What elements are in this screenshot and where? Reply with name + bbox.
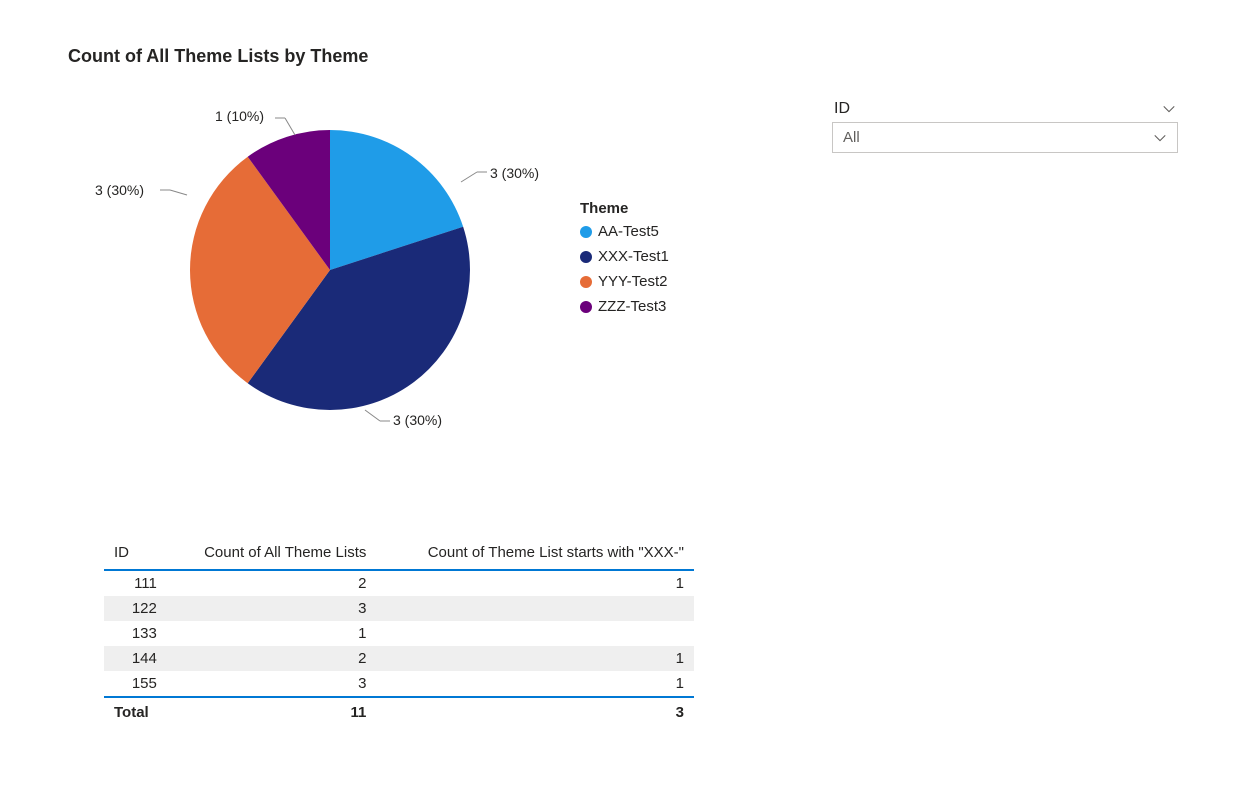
legend-item-aa-test5[interactable]: AA-Test5 [580,223,669,240]
table-row[interactable]: 155 3 1 [104,671,694,697]
legend-label: ZZZ-Test3 [598,298,666,315]
pie-label-slice0: 3 (30%) [490,165,539,181]
table-header-row: ID Count of All Theme Lists Count of The… [104,540,694,570]
total-count-xxx: 3 [376,697,694,725]
cell-count-all: 3 [167,671,377,697]
legend-item-xxx-test1[interactable]: XXX-Test1 [580,248,669,265]
table-row[interactable]: 144 2 1 [104,646,694,671]
chevron-down-icon [1162,102,1176,116]
total-label: Total [104,697,167,725]
cell-count-xxx [376,596,694,621]
slicer-dropdown[interactable]: All [832,122,1178,153]
slicer-value: All [843,129,860,146]
slicer-field-label: ID [834,100,850,118]
table-row[interactable]: 133 1 [104,621,694,646]
cell-count-xxx [376,621,694,646]
col-id[interactable]: ID [104,540,167,570]
chevron-down-icon [1153,131,1167,145]
cell-count-xxx: 1 [376,570,694,596]
table-total-row: Total 11 3 [104,697,694,725]
table-row[interactable]: 122 3 [104,596,694,621]
cell-count-all: 2 [167,570,377,596]
pie-label-slice3: 1 (10%) [215,108,264,124]
legend-item-yyy-test2[interactable]: YYY-Test2 [580,273,669,290]
cell-count-all: 3 [167,596,377,621]
chart-title: Count of All Theme Lists by Theme [68,46,368,67]
col-count-all[interactable]: Count of All Theme Lists [167,540,377,570]
col-count-xxx[interactable]: Count of Theme List starts with "XXX-" [376,540,694,570]
cell-id: 155 [104,671,167,697]
pie-label-slice2: 3 (30%) [95,182,144,198]
cell-count-xxx: 1 [376,646,694,671]
cell-count-all: 1 [167,621,377,646]
legend-dot-icon [580,276,592,288]
cell-count-all: 2 [167,646,377,671]
legend-label: YYY-Test2 [598,273,668,290]
cell-id: 144 [104,646,167,671]
legend-item-zzz-test3[interactable]: ZZZ-Test3 [580,298,669,315]
slicer-id: ID All [832,100,1178,153]
data-table[interactable]: ID Count of All Theme Lists Count of The… [104,540,694,725]
legend-dot-icon [580,226,592,238]
legend-dot-icon [580,251,592,263]
table-row[interactable]: 111 2 1 [104,570,694,596]
pie-chart[interactable]: 3 (30%) 3 (30%) 3 (30%) 1 (10%) Theme AA… [90,90,710,450]
legend: Theme AA-Test5 XXX-Test1 YYY-Test2 ZZZ-T… [580,200,669,323]
cell-id: 122 [104,596,167,621]
pie-svg [90,90,550,450]
legend-title: Theme [580,200,669,217]
cell-id: 111 [104,570,167,596]
total-count-all: 11 [167,697,377,725]
slicer-header[interactable]: ID [832,100,1178,122]
cell-count-xxx: 1 [376,671,694,697]
legend-label: XXX-Test1 [598,248,669,265]
cell-id: 133 [104,621,167,646]
legend-label: AA-Test5 [598,223,659,240]
pie-label-slice1: 3 (30%) [393,412,442,428]
legend-dot-icon [580,301,592,313]
